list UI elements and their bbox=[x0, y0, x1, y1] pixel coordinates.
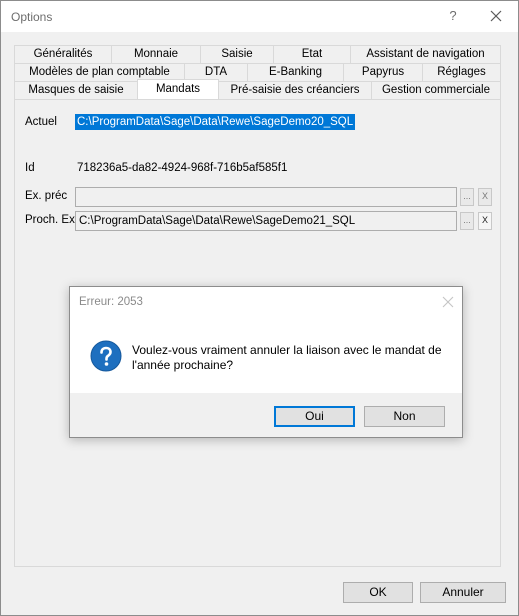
actuel-label: Actuel bbox=[25, 116, 57, 128]
ex-prec-browse-button[interactable]: ... bbox=[460, 188, 474, 206]
tab-etat[interactable]: Etat bbox=[273, 45, 351, 63]
tab-masques-saisie[interactable]: Masques de saisie bbox=[14, 81, 138, 99]
dialog-message: Voulez-vous vraiment annuler la liaison … bbox=[132, 343, 442, 372]
window-title: Options bbox=[11, 10, 53, 24]
ex-prec-clear-button[interactable]: X bbox=[478, 188, 492, 206]
question-icon bbox=[90, 340, 122, 372]
tab-e-banking[interactable]: E-Banking bbox=[247, 63, 344, 81]
cancel-button[interactable]: Annuler bbox=[420, 582, 506, 603]
tab-assistant-navigation[interactable]: Assistant de navigation bbox=[350, 45, 501, 63]
tab-monnaie[interactable]: Monnaie bbox=[111, 45, 201, 63]
help-button[interactable]: ? bbox=[441, 4, 465, 28]
dialog-title: Erreur: 2053 bbox=[79, 296, 143, 308]
title-bar: Options ? bbox=[1, 1, 518, 32]
tab-papyrus[interactable]: Papyrus bbox=[343, 63, 423, 81]
proch-ex-browse-button[interactable]: ... bbox=[460, 212, 474, 230]
tab-gestion-commerciale[interactable]: Gestion commerciale bbox=[371, 81, 501, 99]
tab-pre-saisie-creanciers[interactable]: Pré-saisie des créanciers bbox=[218, 81, 372, 99]
proch-ex-field[interactable]: C:\ProgramData\Sage\Data\Rewe\SageDemo21… bbox=[75, 211, 457, 231]
id-label: Id bbox=[25, 162, 35, 174]
tab-saisie[interactable]: Saisie bbox=[200, 45, 274, 63]
dialog-close-button[interactable] bbox=[438, 293, 458, 311]
id-value: 718236a5-da82-4924-968f-716b5af585f1 bbox=[77, 162, 288, 174]
tab-generalites[interactable]: Généralités bbox=[14, 45, 112, 63]
proch-ex-label: Proch. Ex bbox=[25, 214, 75, 226]
ok-button[interactable]: OK bbox=[343, 582, 413, 603]
non-button[interactable]: Non bbox=[364, 406, 445, 427]
clear-icon: X bbox=[481, 215, 488, 225]
clear-icon: X bbox=[481, 191, 488, 201]
tab-mandats[interactable]: Mandats bbox=[137, 79, 219, 99]
dialog-footer: Oui Non bbox=[70, 393, 462, 437]
ex-prec-label: Ex. préc bbox=[25, 190, 68, 202]
proch-ex-clear-button[interactable]: X bbox=[478, 212, 492, 230]
close-button[interactable] bbox=[483, 4, 509, 28]
help-icon: ? bbox=[449, 8, 457, 23]
close-icon bbox=[442, 296, 454, 308]
confirm-dialog: Erreur: 2053 Voulez-vous vraiment annule… bbox=[69, 286, 463, 438]
ellipsis-icon: ... bbox=[463, 215, 471, 225]
close-icon bbox=[490, 10, 502, 22]
ex-prec-field[interactable] bbox=[75, 187, 457, 207]
tab-reglages[interactable]: Réglages bbox=[422, 63, 501, 81]
actuel-value[interactable]: C:\ProgramData\Sage\Data\Rewe\SageDemo20… bbox=[75, 114, 356, 130]
oui-button[interactable]: Oui bbox=[274, 406, 355, 427]
ellipsis-icon: ... bbox=[463, 191, 471, 201]
